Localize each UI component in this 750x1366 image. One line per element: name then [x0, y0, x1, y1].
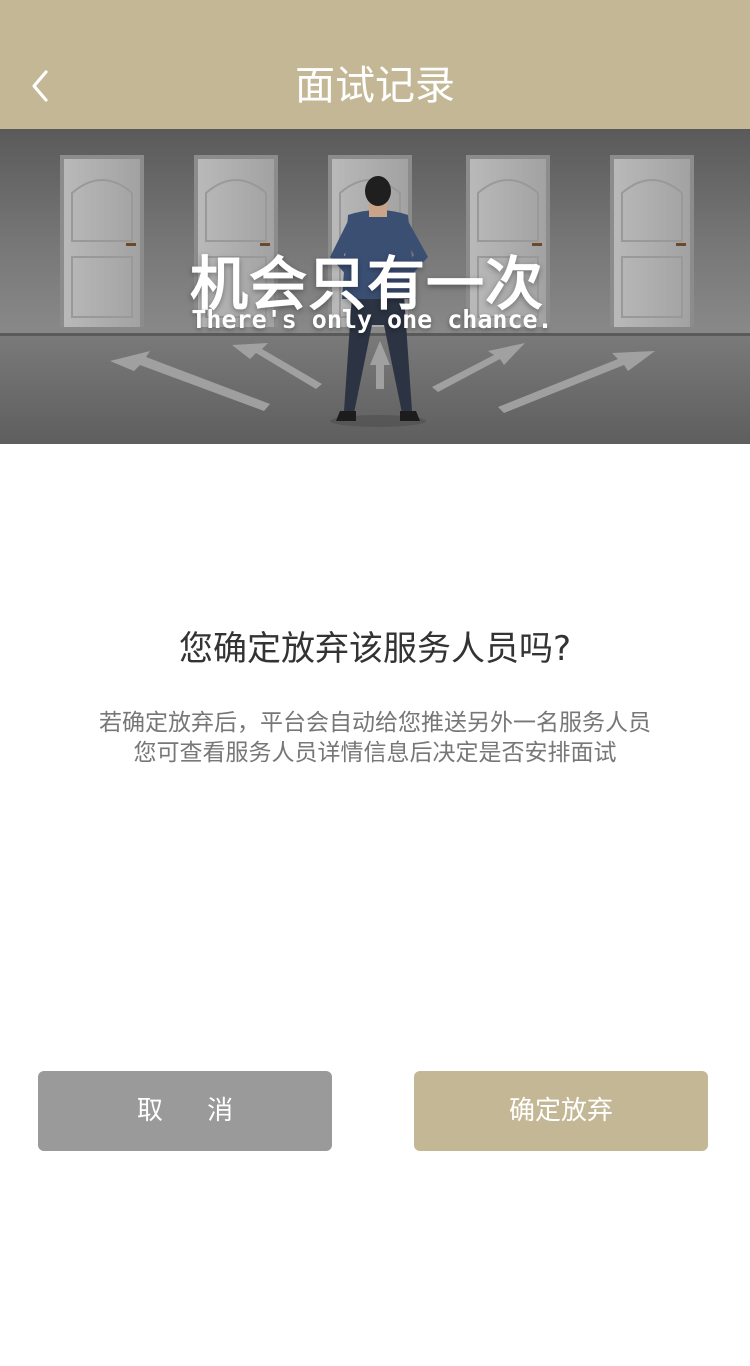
- banner-image: 机会只有一次 There's only one chance.: [0, 129, 750, 444]
- page-title: 面试记录: [295, 63, 455, 109]
- description-line-1: 若确定放弃后，平台会自动给您推送另外一名服务人员: [99, 710, 651, 736]
- dialog-description: 若确定放弃后，平台会自动给您推送另外一名服务人员 您可查看服务人员详情信息后决定…: [0, 708, 750, 768]
- confirm-abandon-button[interactable]: 确定放弃: [414, 1071, 708, 1151]
- app-header: 面试记录: [0, 0, 750, 129]
- description-line-2: 您可查看服务人员详情信息后决定是否安排面试: [133, 740, 617, 766]
- dialog-question: 您确定放弃该服务人员吗?: [178, 629, 572, 669]
- banner-subtitle: There's only one chance.: [191, 305, 553, 334]
- cancel-button[interactable]: 取 消: [38, 1071, 332, 1151]
